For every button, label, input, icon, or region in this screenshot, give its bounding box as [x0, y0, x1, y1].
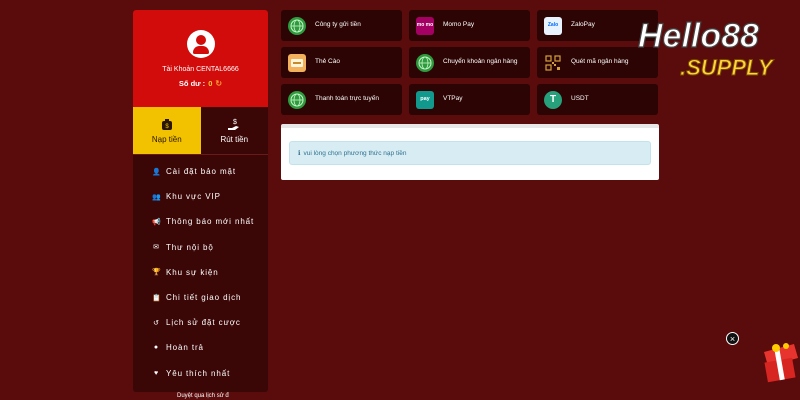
history-icon: ↺: [153, 319, 160, 327]
deposit-withdraw-tabs: $ Nạp tiền $ Rút tiền: [133, 107, 268, 154]
refresh-balance-icon[interactable]: ↻: [215, 79, 222, 88]
balance-value: 0: [208, 79, 213, 88]
payment-company-deposit[interactable]: Công ty gửi tiền: [281, 10, 402, 41]
trophy-icon: 🏆: [152, 269, 162, 277]
tab-deposit[interactable]: $ Nạp tiền: [133, 107, 201, 154]
menu-item-label: Thư nội bộ: [166, 242, 214, 252]
close-popup-button[interactable]: ×: [726, 332, 739, 345]
tab-deposit-label: Nạp tiền: [151, 134, 182, 144]
envelope-icon: ✉: [153, 244, 160, 252]
menu-item-favorites[interactable]: ♥ Yêu thích nhất: [133, 361, 268, 386]
menu-item-rebate[interactable]: ● Hoàn trả: [133, 335, 268, 360]
menu-item-vip-area[interactable]: 👥 Khu vực VIP: [133, 184, 268, 209]
svg-text:$: $: [233, 119, 237, 126]
svg-text:Hello88: Hello88: [638, 17, 759, 55]
alert-message: vui lòng chọn phương thức nạp tiền: [303, 149, 407, 157]
users-icon: 👥: [152, 193, 162, 201]
hand-money-icon: $: [228, 119, 240, 130]
menu-item-label: Cài đặt bảo mật: [166, 167, 236, 177]
account-sidebar: Tài Khoản CENTAL6666 Số dư : 0 ↻ $ Nạp t…: [133, 10, 268, 392]
menu-item-label: Thông báo mới nhất: [166, 217, 255, 227]
deposit-form-panel: ℹ vui lòng chọn phương thức nạp tiền: [281, 124, 659, 180]
globe-icon: [288, 90, 306, 109]
payment-methods-grid: Công ty gửi tiền mo mo Momo Pay Zalo Zal…: [281, 10, 659, 115]
browse-history-link[interactable]: Duyệt qua lịch sử đ: [177, 393, 229, 399]
payment-vtpay[interactable]: pay VTPay: [409, 84, 530, 115]
menu-item-events[interactable]: 🏆 Khu sự kiện: [133, 260, 268, 285]
payment-label: VTPay: [443, 95, 463, 103]
payment-usdt[interactable]: T USDT: [537, 84, 658, 115]
tab-withdraw-label: Rút tiền: [220, 134, 249, 144]
payment-label: ZaloPay: [571, 21, 595, 29]
payment-label: Công ty gửi tiền: [315, 21, 361, 29]
menu-item-label: Khu sự kiện: [166, 267, 219, 277]
menu-item-label: Khu vực VIP: [166, 192, 221, 202]
money-bag-icon: $: [161, 118, 172, 130]
scratch-card-icon: [288, 53, 306, 72]
clipboard-icon: 📋: [152, 294, 162, 302]
payment-bank-transfer[interactable]: Chuyển khoản ngân hàng: [409, 47, 530, 78]
menu-item-label: Lịch sử đặt cược: [166, 318, 241, 328]
menu-item-latest-announcements[interactable]: 📢 Thông báo mới nhất: [133, 209, 268, 234]
svg-text:.SUPPLY: .SUPPLY: [680, 55, 775, 80]
usdt-icon: T: [544, 90, 562, 109]
user-gear-icon: 👤: [152, 168, 162, 176]
menu-item-internal-mail[interactable]: ✉ Thư nội bộ: [133, 235, 268, 260]
menu-item-bet-history[interactable]: ↺ Lịch sử đặt cược: [133, 310, 268, 335]
payment-label: USDT: [571, 95, 589, 103]
balance-label: Số dư :: [178, 79, 206, 88]
coin-icon: ●: [153, 344, 160, 352]
menu-item-label: Chi tiết giao dịch: [166, 293, 242, 303]
qr-code-icon: [544, 54, 562, 72]
vtpay-icon: pay: [416, 90, 434, 109]
zalopay-icon: Zalo: [544, 16, 562, 35]
hello88-logo: Hello88 .SUPPLY: [637, 16, 775, 80]
menu-item-transaction-details[interactable]: 📋 Chi tiết giao dịch: [133, 285, 268, 310]
payment-label: Quét mã ngân hàng: [571, 58, 629, 66]
globe-icon: [288, 16, 306, 35]
profile-card: Tài Khoản CENTAL6666 Số dư : 0 ↻: [133, 10, 268, 107]
payment-label: Thanh toán trực tuyến: [315, 95, 379, 103]
payment-label: Thẻ Cào: [315, 58, 340, 66]
menu-item-label: Hoàn trả: [166, 343, 204, 353]
payment-label: Momo Pay: [443, 21, 475, 29]
tab-withdraw[interactable]: $ Rút tiền: [200, 107, 268, 154]
account-menu: 👤 Cài đặt bảo mật 👥 Khu vực VIP 📢 Thông …: [133, 154, 268, 386]
payment-online[interactable]: Thanh toán trực tuyến: [281, 84, 402, 115]
megaphone-icon: 📢: [152, 218, 162, 226]
info-icon: ℹ: [298, 150, 301, 157]
globe-icon: [416, 53, 434, 72]
info-alert: ℹ vui lòng chọn phương thức nạp tiền: [289, 141, 651, 165]
balance-row: Số dư : 0 ↻: [179, 79, 222, 88]
payment-label: Chuyển khoản ngân hàng: [443, 58, 518, 66]
payment-momo-pay[interactable]: mo mo Momo Pay: [409, 10, 530, 41]
account-name: Tài Khoản CENTAL6666: [162, 66, 239, 73]
menu-item-security-settings[interactable]: 👤 Cài đặt bảo mật: [133, 159, 268, 184]
payment-scratch-card[interactable]: Thẻ Cào: [281, 47, 402, 78]
heart-icon: ♥: [153, 369, 160, 377]
gift-box-icon[interactable]: [758, 334, 800, 384]
momo-icon: mo mo: [416, 16, 434, 35]
menu-item-label: Yêu thích nhất: [166, 368, 231, 378]
user-avatar-icon: [186, 30, 215, 58]
